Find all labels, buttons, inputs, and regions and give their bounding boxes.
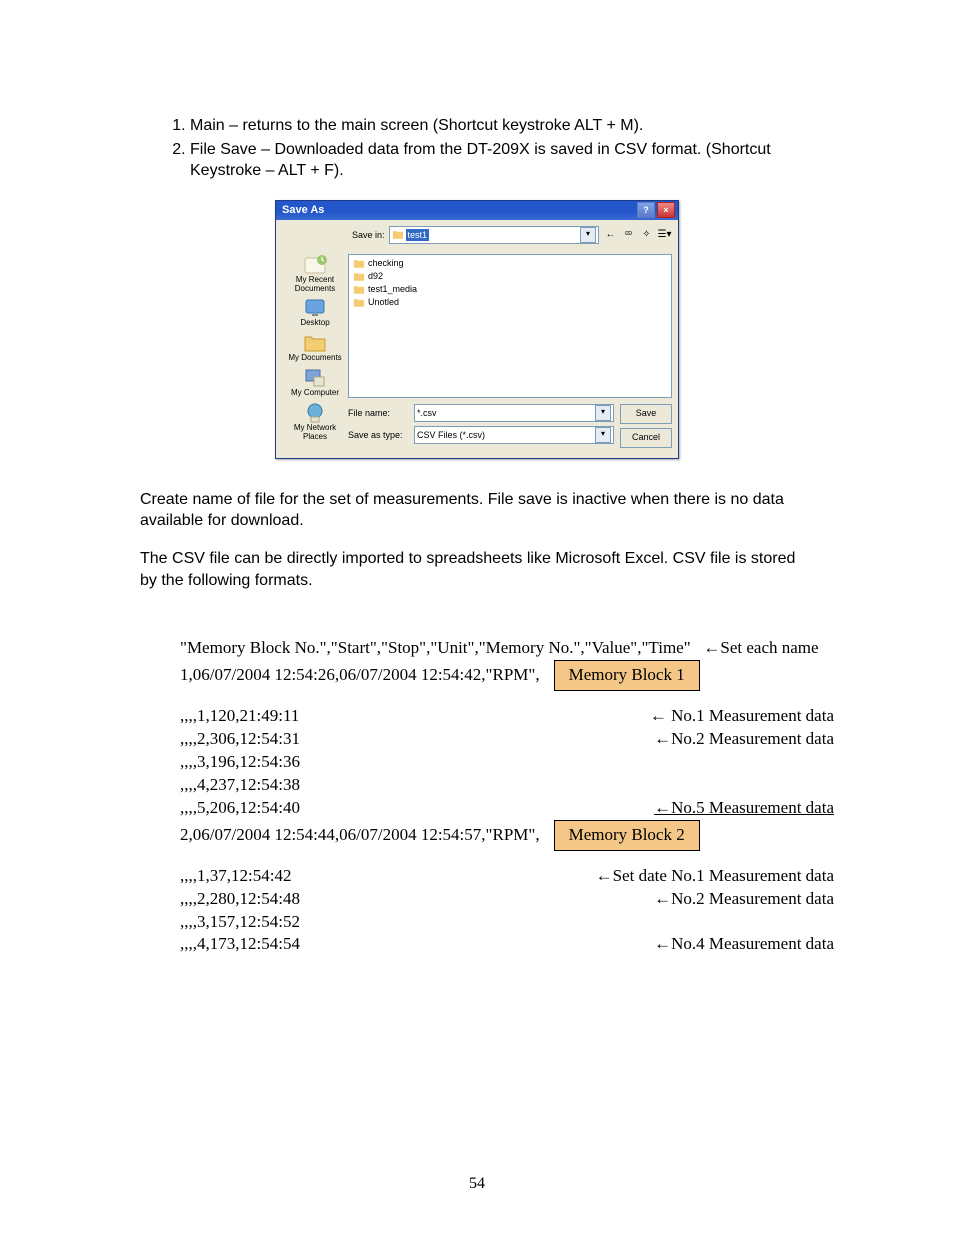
save-in-label: Save in: xyxy=(352,229,385,241)
new-folder-icon[interactable]: ✧ xyxy=(639,227,654,242)
chevron-down-icon[interactable]: ▾ xyxy=(595,427,611,443)
dialog-title: Save As xyxy=(282,203,324,218)
file-name-input[interactable]: *.csv ▾ xyxy=(414,404,614,422)
list-item: d92 xyxy=(353,270,667,283)
place-mydocs[interactable]: My Documents xyxy=(282,332,348,363)
up-icon[interactable]: ⮹ xyxy=(621,227,636,242)
list-item-1: Main – returns to the main screen (Short… xyxy=(190,115,814,137)
chevron-down-icon[interactable]: ▾ xyxy=(580,227,596,243)
views-icon[interactable]: ☰▾ xyxy=(657,227,672,242)
save-in-combo[interactable]: test1 ▾ xyxy=(389,226,599,244)
list-item: test1_media xyxy=(353,283,667,296)
current-folder: test1 xyxy=(406,229,430,241)
list-item: Unotled xyxy=(353,296,667,309)
file-list[interactable]: checking d92 test1_media Unotled xyxy=(348,254,672,398)
save-as-type-combo[interactable]: CSV Files (*.csv) ▾ xyxy=(414,426,614,444)
place-desktop[interactable]: Desktop xyxy=(282,297,348,328)
paragraph-create: Create name of file for the set of measu… xyxy=(140,489,814,532)
help-button[interactable]: ? xyxy=(637,202,655,218)
file-name-label: File name: xyxy=(348,407,408,419)
memory-block-1-box: Memory Block 1 xyxy=(554,660,700,691)
memory-block-2-box: Memory Block 2 xyxy=(554,820,700,851)
csv-format-block: "Memory Block No.","Start","Stop","Unit"… xyxy=(0,637,954,956)
place-network[interactable]: My Network Places xyxy=(282,402,348,442)
save-as-type-label: Save as type: xyxy=(348,429,408,441)
list-item-2: File Save – Downloaded data from the DT-… xyxy=(190,139,814,182)
close-button[interactable]: × xyxy=(657,202,675,218)
save-button[interactable]: Save xyxy=(620,404,672,424)
place-mycomp[interactable]: My Computer xyxy=(282,367,348,398)
back-icon[interactable]: ← xyxy=(603,227,618,242)
chevron-down-icon[interactable]: ▾ xyxy=(595,405,611,421)
place-recent[interactable]: My Recent Documents xyxy=(282,254,348,294)
save-as-dialog: Save As ? × Save in: test1 ▾ ← ⮹ ✧ ☰▾ xyxy=(275,200,679,459)
page-number: 54 xyxy=(0,1173,954,1195)
cancel-button[interactable]: Cancel xyxy=(620,428,672,448)
list-item: checking xyxy=(353,257,667,270)
paragraph-csv: The CSV file can be directly imported to… xyxy=(140,548,814,591)
